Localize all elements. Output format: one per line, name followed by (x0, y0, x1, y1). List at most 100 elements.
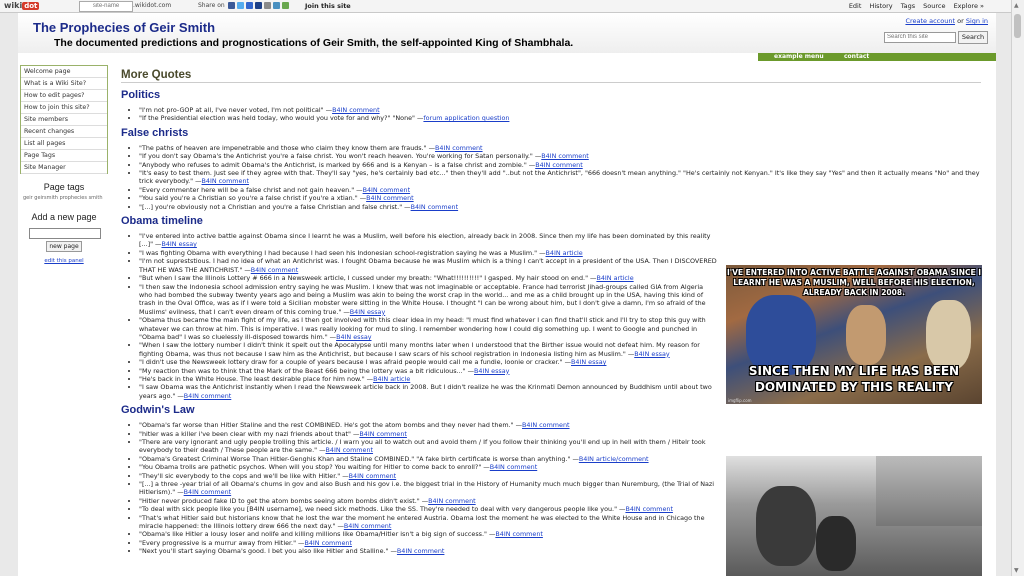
quote-item: "But when I saw the Illinois Lottery # 6… (139, 274, 717, 282)
quote-source-link[interactable]: B4IN comment (435, 144, 483, 152)
quote-text: "There are very ignorant and ugly people… (139, 438, 706, 455)
scroll-up-arrow-icon[interactable]: ▲ (1014, 2, 1019, 9)
meme-credit: imgflip.com (728, 398, 752, 403)
facebook-icon[interactable] (228, 2, 235, 9)
quote-source-link[interactable]: B4IN comment (326, 446, 374, 454)
sidebar-item-recent-changes[interactable]: Recent changes (21, 126, 107, 138)
sidebar-item-page-tags[interactable]: Page Tags (21, 150, 107, 162)
page-tags-list[interactable]: geir geirsmith prophecies smith (20, 192, 108, 204)
edit-menu-link[interactable]: Edit (849, 2, 862, 10)
quote-item: "It's easy to test them. Just see if the… (139, 169, 981, 186)
quote-source-link[interactable]: B4IN essay (634, 350, 669, 358)
quote-source-link[interactable]: B4IN comment (184, 488, 232, 496)
quote-source-link[interactable]: B4IN article (546, 249, 583, 257)
quote-item: "I'm not supreststious. I had no idea of… (139, 257, 717, 274)
account-links: Create account or Sign in (905, 17, 988, 25)
quote-item: "I didn't use the Newsweek lottery draw … (139, 358, 717, 366)
section-heading: Politics (121, 89, 161, 101)
twitter-icon[interactable] (237, 2, 244, 9)
quote-source-link[interactable]: B4IN essay (571, 358, 606, 366)
example-menu-link[interactable]: example menu (774, 53, 824, 61)
quote-item: "He's back in the White House. The least… (139, 375, 717, 383)
sidebar-item-how-to-edit[interactable]: How to edit pages? (21, 90, 107, 102)
contact-link[interactable]: contact (844, 53, 869, 61)
quote-source-link[interactable]: B4IN essay (336, 333, 371, 341)
quote-item: "I saw Obama was the Antichrist instantl… (139, 383, 717, 400)
wikidot-logo[interactable]: wiki dot (4, 1, 40, 11)
quote-text: "[...] you're obviously not a Christian … (139, 202, 411, 211)
sidebar-item-list-pages[interactable]: List all pages (21, 138, 107, 150)
scroll-down-arrow-icon[interactable]: ▼ (1014, 567, 1019, 574)
quote-source-link[interactable]: B4IN comment (251, 266, 299, 274)
new-page-button[interactable]: new page (46, 241, 82, 252)
quote-source-link[interactable]: B4IN comment (366, 194, 414, 202)
quote-source-link[interactable]: B4IN essay (474, 367, 509, 375)
new-page-input[interactable] (29, 228, 101, 239)
digg-icon[interactable] (255, 2, 262, 9)
quote-source-link[interactable]: B4IN comment (359, 430, 407, 438)
quote-text: "I was fighting Obama with everything I … (139, 248, 546, 257)
history-menu-link[interactable]: History (869, 2, 892, 10)
tags-menu-link[interactable]: Tags (901, 2, 915, 10)
quote-source-link[interactable]: B4IN comment (184, 392, 232, 400)
quote-source-link[interactable]: B4IN comment (397, 547, 445, 555)
sidebar-item-how-to-join[interactable]: How to join this site? (21, 102, 107, 114)
edit-panel-link[interactable]: edit this panel (20, 258, 108, 264)
join-site-link[interactable]: Join this site (305, 2, 351, 10)
search-input[interactable] (884, 32, 956, 43)
quote-source-link[interactable]: B4IN comment (344, 522, 392, 530)
quote-source-link[interactable]: forum application question (423, 114, 509, 122)
quote-text: "My reaction then was to think that the … (139, 366, 475, 375)
quote-text: "I didn't use the Newsweek lottery draw … (139, 358, 571, 367)
quote-source-link[interactable]: B4IN comment (411, 203, 459, 211)
section-heading: Obama timeline (121, 215, 203, 228)
quote-source-link[interactable]: B4IN article/comment (579, 455, 649, 463)
sidebar-item-site-manager[interactable]: Site Manager (21, 162, 107, 174)
scrollbar-thumb[interactable] (1014, 14, 1021, 38)
quote-item: "You Obama trolls are pathetic psychos. … (139, 463, 717, 471)
wikidot-top-bar: wikidot .wikidot.com Share on Join this … (0, 0, 1012, 13)
create-account-link[interactable]: Create account (905, 17, 955, 25)
sidebar-item-what-is-wiki[interactable]: What is a Wiki Site? (21, 78, 107, 90)
site-name-input[interactable] (79, 1, 133, 12)
share-more-icon[interactable] (282, 2, 289, 9)
quote-source-link[interactable]: B4IN comment (202, 177, 250, 185)
quote-source-link[interactable]: B4IN essay (161, 240, 196, 248)
quote-source-link[interactable]: B4IN article (596, 274, 633, 282)
quote-text: "Every commenter here will be a false ch… (139, 185, 363, 194)
quote-source-link[interactable]: B4IN comment (349, 472, 397, 480)
quote-source-link[interactable]: B4IN comment (541, 152, 589, 160)
site-title[interactable]: The Prophecies of Geir Smith (33, 20, 215, 35)
quote-text: "Next you'll start saying Obama's good. … (139, 547, 397, 556)
sign-in-link[interactable]: Sign in (966, 17, 988, 25)
quote-source-link[interactable]: B4IN comment (332, 106, 380, 114)
sidebar-item-welcome[interactable]: Welcome page (21, 66, 107, 78)
quote-item: "I've entered into active battle against… (139, 232, 717, 249)
quote-source-link[interactable]: B4IN article (373, 375, 410, 383)
quote-source-link[interactable]: B4IN essay (350, 308, 385, 316)
quote-source-link[interactable]: B4IN comment (522, 421, 570, 429)
section-politics: Politics "I'm not pro-GOP at all, I've ne… (121, 89, 981, 123)
stumbleupon-icon[interactable] (273, 2, 280, 9)
explore-menu-link[interactable]: Explore » (954, 2, 984, 10)
nav-green-strip: example menu contact (758, 53, 996, 61)
search-button[interactable]: Search (958, 31, 988, 44)
quote-source-link[interactable]: B4IN comment (363, 186, 411, 194)
quote-source-link[interactable]: B4IN comment (428, 497, 476, 505)
quote-text: "I then saw the Indonesia school admissi… (139, 282, 706, 316)
quote-source-link[interactable]: B4IN comment (535, 161, 583, 169)
quote-source-link[interactable]: B4IN comment (490, 463, 538, 471)
delicious-icon[interactable] (246, 2, 253, 9)
quote-source-link[interactable]: B4IN comment (495, 530, 543, 538)
quote-item: "You said you're a Christian so you're a… (139, 194, 981, 202)
quote-item: "That's what Hitler said but historians … (139, 514, 717, 531)
quote-item: "When I saw the lottery number I didn't … (139, 341, 717, 358)
quote-source-link[interactable]: B4IN comment (304, 539, 352, 547)
sidebar-item-site-members[interactable]: Site members (21, 114, 107, 126)
reddit-icon[interactable] (264, 2, 271, 9)
source-menu-link[interactable]: Source (923, 2, 945, 10)
page-scrollbar[interactable]: ▲ ▼ (1011, 0, 1024, 576)
quote-source-link[interactable]: B4IN comment (625, 505, 673, 513)
site-domain-label: .wikidot.com (133, 2, 172, 9)
quote-item: "hitler was a killer i've been clear wit… (139, 430, 717, 438)
